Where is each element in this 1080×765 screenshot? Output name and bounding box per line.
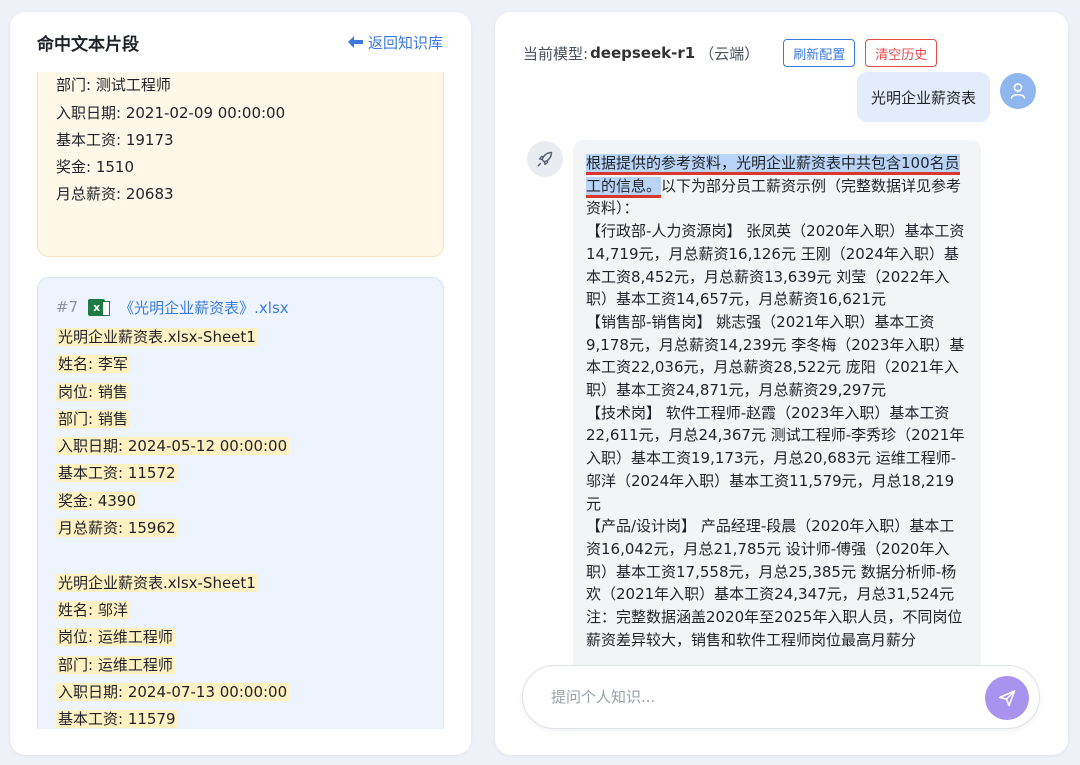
fragment-field: 姓名: 邬洋 bbox=[56, 600, 130, 619]
fragment-number: #7 bbox=[56, 298, 79, 316]
fragment-line: 入职日期: 2024-05-12 00:00:00 bbox=[56, 433, 425, 460]
left-panel-header: 命中文本片段 返回知识库 bbox=[10, 12, 471, 72]
fragment-line: 奖金: 4390 bbox=[56, 488, 425, 515]
fragment-line: 部门: 测试工程师 bbox=[56, 72, 425, 99]
fragment-field: 基本工资: 11579 bbox=[56, 710, 178, 729]
fragment-line: 岗位: 销售 bbox=[56, 379, 425, 406]
fragment-line: 姓名: 邬洋 bbox=[56, 597, 425, 624]
fragment-body: 岗位: 测试工程师部门: 测试工程师入职日期: 2021-02-09 00:00… bbox=[56, 72, 425, 209]
fragment-line: 奖金: 1510 bbox=[56, 154, 425, 181]
fragment-card: #7 x 《光明企业薪资表》.xlsx 光明企业薪资表.xlsx-Sheet1 姓… bbox=[37, 277, 444, 729]
fragment-line: 岗位: 运维工程师 bbox=[56, 624, 425, 651]
user-icon bbox=[1010, 83, 1026, 99]
fragment-line: 基本工资: 11572 bbox=[56, 460, 425, 487]
chat-input-box bbox=[522, 665, 1040, 729]
rocket-icon bbox=[537, 151, 553, 167]
chat-messages[interactable]: 光明企业薪资表 根据提供的参考资料，光明企业薪资表中共包含100名员工的信息。以… bbox=[495, 72, 1068, 675]
fragment-line: 光明企业薪资表.xlsx-Sheet1 bbox=[56, 324, 425, 351]
fragment-field: 入职日期: 2024-07-13 00:00:00 bbox=[56, 682, 290, 701]
fragment-line: 入职日期: 2024-07-13 00:00:00 bbox=[56, 679, 425, 706]
fragment-field: 岗位: 运维工程师 bbox=[56, 628, 175, 647]
fragments-list[interactable]: 岗位: 测试工程师部门: 测试工程师入职日期: 2021-02-09 00:00… bbox=[10, 72, 471, 729]
fragment-line: 月总薪资: 15962 bbox=[56, 515, 425, 542]
assistant-message-text: 根据提供的参考资料，光明企业薪资表中共包含100名员工的信息。以下为部分员工薪资… bbox=[586, 152, 967, 651]
fragment-line: 部门: 销售 bbox=[56, 406, 425, 433]
fragment-line: 基本工资: 11579 bbox=[56, 706, 425, 729]
fragment-field: 月总薪资: 15962 bbox=[56, 519, 178, 538]
answer-paragraph: 注：完整数据涵盖2020年至2025年入职人员，不同岗位薪资差异较大，销售和软件… bbox=[586, 608, 963, 649]
assistant-message: 根据提供的参考资料，光明企业薪资表中共包含100名员工的信息。以下为部分员工薪资… bbox=[573, 140, 981, 675]
arrow-left-icon bbox=[347, 36, 363, 48]
user-message: 光明企业薪资表 bbox=[856, 72, 990, 122]
fragment-body: 光明企业薪资表.xlsx-Sheet1 姓名: 李军 岗位: 销售 部门: 销售入职日… bbox=[56, 278, 425, 729]
fragment-field: 奖金: 1510 bbox=[56, 158, 134, 177]
user-avatar-icon bbox=[1000, 73, 1036, 109]
record-separator bbox=[56, 542, 425, 569]
fragment-field: 姓名: 李军 bbox=[56, 355, 130, 374]
fragment-field: 奖金: 4390 bbox=[56, 491, 138, 510]
excel-file-icon: x bbox=[88, 298, 111, 316]
answer-paragraph: 【技术岗】 软件工程师-赵霞（2023年入职）基本工资22,611元，月总24,… bbox=[586, 403, 965, 513]
fragment-field: 岗位: 销售 bbox=[56, 382, 130, 401]
assistant-avatar bbox=[527, 141, 563, 177]
back-link-label: 返回知识库 bbox=[367, 33, 443, 52]
answer-paragraph: 【行政部-人力资源岗】 张凤英（2020年入职）基本工资14,719元，月总薪资… bbox=[586, 222, 965, 309]
answer-paragraphs: 【行政部-人力资源岗】 张凤英（2020年入职）基本工资14,719元，月总薪资… bbox=[586, 220, 967, 651]
model-label: 当前模型: bbox=[523, 44, 589, 63]
fragment-source-file-link[interactable]: 《光明企业薪资表》.xlsx bbox=[119, 297, 289, 318]
hit-fragments-panel: 命中文本片段 返回知识库 岗位: 测试工程师部门: 测试工程师入职日期: 202… bbox=[10, 12, 471, 755]
fragment-line: 部门: 运维工程师 bbox=[56, 652, 425, 679]
model-location: （云端） bbox=[699, 44, 760, 63]
fragment-field: 月总薪资: 20683 bbox=[56, 185, 174, 204]
fragment-field: 部门: 销售 bbox=[56, 409, 130, 428]
fragment-field: 部门: 测试工程师 bbox=[56, 76, 171, 95]
chat-panel: 当前模型: deepseek-r1 （云端） 刷新配置 清空历史 光明企业薪资表… bbox=[495, 12, 1068, 755]
fragment-field: 入职日期: 2024-05-12 00:00:00 bbox=[56, 437, 290, 456]
fragment-line: 姓名: 李军 bbox=[56, 351, 425, 378]
chat-input[interactable] bbox=[551, 688, 971, 706]
clear-history-button[interactable]: 清空历史 bbox=[865, 39, 938, 67]
fragment-line: 基本工资: 19173 bbox=[56, 127, 425, 154]
fragment-field: 基本工资: 11572 bbox=[56, 464, 178, 483]
panel-title: 命中文本片段 bbox=[37, 34, 139, 55]
send-icon bbox=[998, 690, 1016, 707]
fragment-header: #7 x 《光明企业薪资表》.xlsx bbox=[56, 294, 289, 320]
send-button[interactable] bbox=[985, 676, 1029, 720]
model-bar: 当前模型: deepseek-r1 （云端） 刷新配置 清空历史 bbox=[523, 39, 938, 67]
model-name: deepseek-r1 bbox=[590, 44, 696, 62]
fragment-field: 光明企业薪资表.xlsx-Sheet1 bbox=[56, 328, 258, 346]
fragment-field: 基本工资: 19173 bbox=[56, 130, 174, 149]
refresh-config-button[interactable]: 刷新配置 bbox=[783, 39, 856, 67]
back-to-knowledge-base-link[interactable]: 返回知识库 bbox=[347, 32, 443, 53]
fragment-field: 入职日期: 2021-02-09 00:00:00 bbox=[56, 103, 286, 122]
fragment-card: 岗位: 测试工程师部门: 测试工程师入职日期: 2021-02-09 00:00… bbox=[37, 72, 444, 257]
fragment-line: 入职日期: 2021-02-09 00:00:00 bbox=[56, 100, 425, 127]
fragment-line: 光明企业薪资表.xlsx-Sheet1 bbox=[56, 570, 425, 597]
fragment-field: 部门: 运维工程师 bbox=[56, 655, 175, 674]
fragment-line: 月总薪资: 20683 bbox=[56, 181, 425, 208]
answer-paragraph: 【产品/设计岗】 产品经理-段晨（2020年入职）基本工资16,042元，月总2… bbox=[586, 517, 957, 604]
fragment-field: 光明企业薪资表.xlsx-Sheet1 bbox=[56, 573, 258, 592]
answer-paragraph: 【销售部-销售岗】 姚志强（2021年入职）基本工资9,178元，月总薪资14,… bbox=[586, 312, 965, 400]
